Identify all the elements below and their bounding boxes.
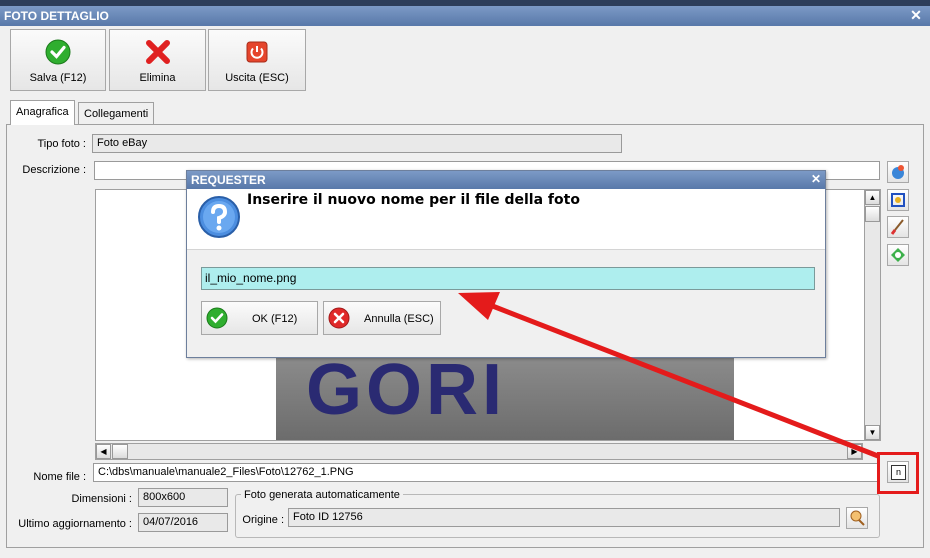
delete-label: Elimina <box>139 72 176 84</box>
horizontal-scrollbar[interactable]: ◀ ▶ <box>95 443 863 460</box>
find-origin-button[interactable] <box>846 507 868 529</box>
exit-button[interactable]: Uscita (ESC) <box>208 29 306 91</box>
tab-collegamenti[interactable]: Collegamenti <box>78 102 155 124</box>
scroll-down-icon[interactable]: ▼ <box>865 425 880 440</box>
origine-label: Origine : <box>242 514 284 526</box>
recycle-icon <box>891 248 905 262</box>
scroll-right-icon[interactable]: ▶ <box>847 444 862 459</box>
vertical-scrollbar[interactable]: ▲ ▼ <box>864 189 881 441</box>
red-x-icon <box>145 40 170 64</box>
rename-file-button[interactable]: n <box>887 461 909 483</box>
origine-field: Foto ID 12756 <box>288 508 840 527</box>
rename-icon: n <box>891 465 906 480</box>
scroll-thumb-h[interactable] <box>112 444 128 459</box>
dimensioni-label: Dimensioni : <box>71 493 132 505</box>
requester-title: REQUESTER <box>187 171 825 189</box>
requester-dialog: REQUESTER ✕ Inserire il nuovo nome per i… <box>186 170 826 358</box>
cancel-icon <box>328 307 350 329</box>
photo-image: GORI <box>276 350 734 440</box>
scroll-thumb-v[interactable] <box>865 206 880 222</box>
check-icon <box>206 307 228 329</box>
requester-message-area: Inserire il nuovo nome per il file della… <box>187 189 825 250</box>
ultimo-aggiornamento-label: Ultimo aggiornamento : <box>18 518 132 530</box>
magnifier-icon <box>850 510 865 526</box>
scroll-left-icon[interactable]: ◀ <box>96 444 111 459</box>
exit-label: Uscita (ESC) <box>225 72 289 84</box>
cancel-label: Annulla (ESC) <box>364 313 434 325</box>
tab-anagrafica[interactable]: Anagrafica <box>10 100 75 125</box>
recycle-button[interactable] <box>887 244 909 266</box>
save-button[interactable]: Salva (F12) <box>10 29 106 91</box>
tipo-foto-field[interactable]: Foto eBay <box>92 134 622 153</box>
ok-button[interactable]: OK (F12) <box>201 301 318 335</box>
dimensioni-field: 800x600 <box>138 488 228 507</box>
window-title: FOTO DETTAGLIO <box>0 6 930 26</box>
scroll-up-icon[interactable]: ▲ <box>865 190 880 205</box>
power-icon <box>246 41 268 63</box>
ok-label: OK (F12) <box>252 313 298 325</box>
descrizione-label: Descrizione : <box>22 164 86 176</box>
crop-button[interactable] <box>887 189 909 211</box>
tipo-foto-label: Tipo foto : <box>37 138 86 150</box>
new-filename-input[interactable]: il_mio_nome.png <box>201 267 815 290</box>
brush-button[interactable] <box>887 216 909 238</box>
requester-close-icon[interactable]: ✕ <box>811 172 821 186</box>
brush-icon <box>890 219 904 235</box>
ultimo-aggiornamento-field: 04/07/2016 <box>138 513 228 532</box>
globe-icon <box>892 165 904 179</box>
window-close-icon[interactable]: ✕ <box>908 7 924 23</box>
delete-button[interactable]: Elimina <box>109 29 206 91</box>
color-picker-button[interactable] <box>887 161 909 183</box>
photo-text: GORI <box>306 350 507 430</box>
question-icon <box>198 196 240 238</box>
check-icon <box>45 39 71 65</box>
nome-file-label: Nome file : <box>33 471 86 483</box>
group-title: Foto generata automaticamente <box>241 489 403 501</box>
crop-icon <box>891 193 905 207</box>
nome-file-field[interactable]: C:\dbs\manuale\manuale2_Files\Foto\12762… <box>93 463 880 482</box>
cancel-button[interactable]: Annulla (ESC) <box>323 301 441 335</box>
requester-message: Inserire il nuovo nome per il file della… <box>247 192 580 208</box>
save-label: Salva (F12) <box>29 72 87 84</box>
